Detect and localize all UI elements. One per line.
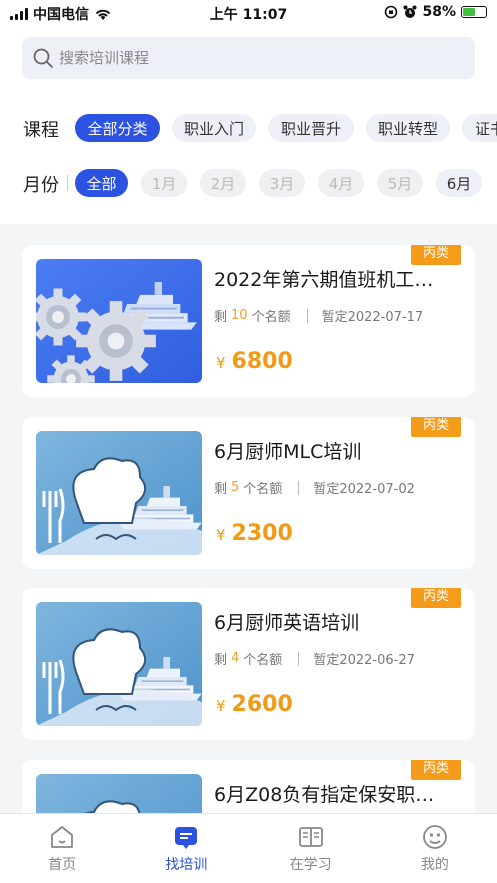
category-tag: 丙类 — [411, 245, 461, 265]
book-icon — [298, 827, 323, 847]
currency-symbol: ¥ — [216, 354, 226, 372]
alarm-icon — [403, 5, 417, 18]
remaining-suffix: 个名额 — [251, 310, 291, 325]
meta-divider — [298, 651, 300, 666]
remaining-suffix: 个名额 — [243, 482, 283, 497]
month-filter-label: 月份 — [23, 175, 59, 196]
filter-panel: 课程 全部分类 职业入门 职业晋升 职业转型 证书 月份 全部 1月 2月 3月… — [0, 26, 497, 224]
course-title: 6月厨师MLC培训 — [214, 441, 362, 463]
tab-home-label: 首页 — [48, 857, 77, 873]
meta-divider — [306, 308, 308, 323]
course-date: 暂定2022-07-17 — [321, 310, 424, 325]
course-chip-promotion[interactable]: 职业晋升 — [268, 114, 354, 142]
course-filter-label: 课程 — [23, 120, 59, 141]
month-filter-row: 月份 全部 1月 2月 3月 4月 5月 6月 — [0, 167, 497, 199]
price-amount: 6800 — [231, 349, 293, 374]
battery-icon — [461, 6, 487, 18]
course-filter-row: 课程 全部分类 职业入门 职业晋升 职业转型 证书 — [0, 112, 497, 144]
category-tag: 丙类 — [411, 760, 461, 780]
tab-profile[interactable]: 我的 — [373, 814, 497, 883]
course-title: 2022年第六期值班机工… — [214, 269, 434, 291]
tab-profile-label: 我的 — [420, 857, 449, 873]
course-meta: 剩 10 个名额 暂定2022-07-17 — [214, 306, 423, 325]
find-training-icon — [175, 827, 198, 849]
remaining-count: 10 — [231, 308, 248, 323]
course-chip-entry[interactable]: 职业入门 — [172, 114, 256, 142]
course-date: 暂定2022-06-27 — [313, 653, 415, 668]
bottom-tab-bar: 首页 找培训 在学习 我的 — [0, 813, 497, 883]
currency-symbol: ¥ — [216, 526, 226, 544]
course-title: 6月厨师英语培训 — [214, 612, 360, 634]
course-card[interactable]: 6月厨师MLC培训 剩 5 个名额 暂定2022-07-02 ¥ 2300 丙类 — [22, 417, 475, 569]
battery-percent: 58% — [422, 4, 456, 20]
category-tag: 丙类 — [411, 417, 461, 437]
course-chip-all[interactable]: 全部分类 — [75, 114, 160, 142]
course-thumbnail — [36, 602, 202, 726]
course-thumbnail — [36, 259, 202, 383]
month-chip-all[interactable]: 全部 — [75, 169, 128, 197]
remaining-prefix: 剩 — [214, 653, 228, 668]
tab-home[interactable]: 首页 — [0, 814, 124, 883]
tab-learning[interactable]: 在学习 — [249, 814, 373, 883]
price-amount: 2600 — [231, 692, 293, 717]
remaining-count: 5 — [231, 480, 240, 495]
course-thumbnail — [36, 431, 202, 555]
course-date: 暂定2022-07-02 — [313, 482, 415, 497]
course-meta: 剩 5 个名额 暂定2022-07-02 — [214, 478, 415, 497]
month-filter-divider — [67, 175, 68, 191]
course-title: 6月Z08负有指定保安职… — [214, 784, 435, 806]
course-meta: 剩 4 个名额 暂定2022-06-27 — [214, 649, 415, 668]
search-icon — [33, 48, 53, 68]
currency-symbol: ¥ — [216, 697, 226, 715]
tab-learning-label: 在学习 — [289, 857, 332, 873]
course-price: ¥ 2300 — [216, 521, 293, 546]
course-card[interactable]: 2022年第六期值班机工… 剩 10 个名额 暂定2022-07-17 ¥ 68… — [22, 245, 475, 397]
remaining-count: 4 — [231, 651, 240, 666]
course-card[interactable]: 6月厨师英语培训 剩 4 个名额 暂定2022-06-27 ¥ 2600 丙类 — [22, 588, 475, 740]
price-amount: 2300 — [231, 521, 293, 546]
remaining-prefix: 剩 — [214, 310, 228, 325]
course-chip-transition[interactable]: 职业转型 — [366, 114, 450, 142]
course-price: ¥ 2600 — [216, 692, 293, 717]
profile-icon — [422, 825, 447, 849]
tab-find-training-label: 找培训 — [165, 857, 208, 873]
course-chip-certificate[interactable]: 证书 — [462, 114, 497, 142]
home-icon — [51, 826, 74, 848]
category-tag: 丙类 — [411, 588, 461, 608]
course-price: ¥ 6800 — [216, 349, 293, 374]
remaining-prefix: 剩 — [214, 482, 228, 497]
status-bar: 中国电信 上午 11:07 58% — [0, 0, 497, 26]
remaining-suffix: 个名额 — [243, 653, 283, 668]
month-chip-4[interactable]: 4月 — [318, 169, 364, 197]
search-input[interactable] — [59, 49, 459, 67]
month-chip-5[interactable]: 5月 — [377, 169, 423, 197]
search-bar[interactable] — [22, 37, 475, 79]
month-chip-2[interactable]: 2月 — [200, 169, 246, 197]
rotation-lock-icon — [385, 5, 398, 19]
month-chip-3[interactable]: 3月 — [259, 169, 305, 197]
tab-find-training[interactable]: 找培训 — [124, 814, 248, 883]
month-chip-6[interactable]: 6月 — [436, 169, 482, 197]
month-chip-1[interactable]: 1月 — [141, 169, 187, 197]
meta-divider — [298, 480, 300, 495]
